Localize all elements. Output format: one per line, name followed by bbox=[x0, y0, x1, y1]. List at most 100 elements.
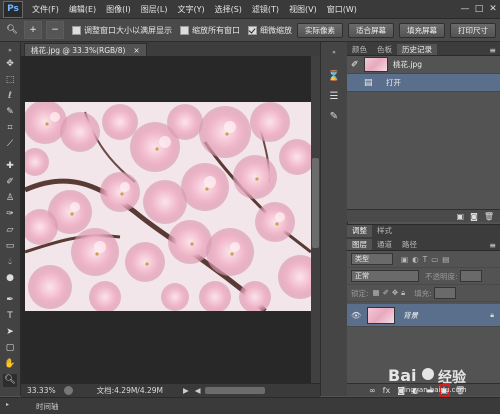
tab-color[interactable]: 颜色 bbox=[347, 44, 372, 55]
lasso-tool-icon[interactable]: ℓ bbox=[3, 90, 17, 103]
snapshot-name: 桃花.jpg bbox=[393, 60, 422, 69]
scrubby-zoom-checkbox[interactable] bbox=[248, 25, 257, 35]
document-size: 文档:4.29M/4.29M bbox=[96, 386, 164, 395]
zoom-in-button[interactable]: + bbox=[24, 21, 42, 39]
collapse-icon[interactable]: » bbox=[3, 44, 17, 57]
menu-edit[interactable]: 编辑(E) bbox=[64, 4, 101, 15]
brush-tool-icon[interactable]: ✐ bbox=[3, 176, 17, 189]
menu-layer[interactable]: 图层(L) bbox=[136, 4, 173, 15]
snapshot-camera-icon[interactable]: ◙ bbox=[470, 212, 478, 221]
lock-icons[interactable]: ▦✐✥🔒︎ bbox=[373, 288, 409, 298]
opacity-field[interactable] bbox=[459, 270, 482, 282]
tab-layers[interactable]: 图层 bbox=[347, 239, 372, 250]
menu-select[interactable]: 选择(S) bbox=[210, 4, 247, 15]
panel-dock: « ⌛ ☰ ✎ bbox=[320, 42, 348, 396]
zoom-out-button[interactable]: − bbox=[46, 21, 64, 39]
layers-tab-row: 图层 通道 路径 ≡ bbox=[347, 237, 500, 251]
hand-tool-icon[interactable]: ✋ bbox=[3, 358, 17, 371]
menu-window[interactable]: 窗口(W) bbox=[322, 4, 362, 15]
tab-channels[interactable]: 通道 bbox=[372, 239, 397, 250]
tab-swatches[interactable]: 色板 bbox=[372, 44, 397, 55]
hscroll-left-icon[interactable]: ◀ bbox=[195, 386, 201, 395]
layer-name[interactable]: 背景 bbox=[403, 310, 418, 321]
dodge-tool-icon[interactable]: ● bbox=[3, 272, 17, 285]
layer-row-background[interactable]: 👁︎ 背景 🔒︎ bbox=[347, 304, 500, 327]
quick-select-tool-icon[interactable]: ✎ bbox=[3, 106, 17, 119]
tab-paths[interactable]: 路径 bbox=[397, 239, 422, 250]
lock-label: 锁定: bbox=[351, 288, 369, 298]
history-step[interactable]: ▤ 打开 bbox=[347, 74, 500, 92]
minimize-button[interactable]: — bbox=[458, 2, 472, 16]
resize-windows-checkbox[interactable] bbox=[72, 25, 81, 35]
maximize-button[interactable]: □ bbox=[472, 2, 486, 16]
options-bar: 🔍︎ + − 调整窗口大小以满屏显示 缩放所有窗口 细微缩放 实际像素 适合屏幕… bbox=[0, 19, 500, 42]
healing-tool-icon[interactable]: ✚ bbox=[3, 160, 17, 173]
cherry-blossom-photo[interactable] bbox=[25, 102, 311, 311]
menu-file[interactable]: 文件(F) bbox=[27, 4, 64, 15]
dock-collapse-icon[interactable]: « bbox=[327, 46, 341, 60]
fit-screen-button[interactable]: 适合屏幕 bbox=[348, 22, 394, 38]
fill-label: 填充: bbox=[414, 288, 432, 298]
tools-panel: » ✥ ⬚ ℓ ✎ ⌗ ⟋ ✚ ✐ ♙ ✑ ▱ ▭ 💧︎ ● ✒ T ➤ ▢ ✋… bbox=[0, 42, 21, 396]
eraser-tool-icon[interactable]: ▱ bbox=[3, 224, 17, 237]
pen-tool-icon[interactable]: ✒ bbox=[3, 294, 17, 307]
open-step-icon: ▤ bbox=[364, 77, 373, 88]
photoshop-logo: Ps bbox=[3, 0, 23, 18]
panel-menu-icon[interactable]: ≡ bbox=[489, 46, 500, 55]
new-document-from-state-icon[interactable]: ▣ bbox=[457, 212, 465, 221]
gradient-tool-icon[interactable]: ▭ bbox=[3, 240, 17, 253]
status-options-icon[interactable] bbox=[63, 386, 73, 395]
scrollbar-thumb[interactable] bbox=[312, 158, 319, 248]
zoom-tool-icon[interactable]: 🔍︎ bbox=[4, 22, 20, 38]
fill-field[interactable] bbox=[433, 287, 456, 299]
path-select-tool-icon[interactable]: ➤ bbox=[3, 326, 17, 339]
opacity-label: 不透明度: bbox=[425, 271, 458, 281]
crop-tool-icon[interactable]: ⌗ bbox=[3, 122, 17, 135]
filter-icons[interactable]: ▣◐T▭▤ bbox=[401, 255, 453, 264]
actual-pixels-button[interactable]: 实际像素 bbox=[297, 22, 343, 38]
zoom-all-checkbox[interactable] bbox=[180, 25, 189, 35]
shape-tool-icon[interactable]: ▢ bbox=[3, 342, 17, 355]
zoom-level[interactable]: 33.33% bbox=[27, 386, 56, 395]
blend-mode-select[interactable]: 正常 bbox=[351, 270, 419, 282]
move-tool-icon[interactable]: ✥ bbox=[3, 58, 17, 71]
eyedropper-tool-icon[interactable]: ⟋ bbox=[3, 138, 17, 151]
marquee-tool-icon[interactable]: ⬚ bbox=[3, 74, 17, 87]
close-button[interactable]: ✕ bbox=[486, 2, 500, 16]
blend-row: 正常 不透明度: bbox=[347, 268, 500, 285]
horizontal-scrollbar[interactable] bbox=[204, 387, 265, 394]
print-size-button[interactable]: 打印尺寸 bbox=[450, 22, 496, 38]
link-layers-icon[interactable]: ∞ bbox=[369, 386, 376, 395]
tab-adjustments[interactable]: 调整 bbox=[347, 225, 372, 237]
fill-screen-button[interactable]: 填充屏幕 bbox=[399, 22, 445, 38]
zoom-tool-icon[interactable]: 🔍︎ bbox=[3, 374, 17, 387]
history-dock-icon[interactable]: ⌛ bbox=[327, 70, 341, 84]
visibility-eye-icon[interactable]: 👁︎ bbox=[351, 311, 361, 320]
properties-dock-icon[interactable]: ☰ bbox=[327, 90, 341, 104]
clone-stamp-tool-icon[interactable]: ♙ bbox=[3, 192, 17, 205]
timeline-arrow-icon[interactable]: ▸ bbox=[6, 401, 9, 408]
info-dock-icon[interactable]: ✎ bbox=[327, 110, 341, 124]
window-controls: — □ ✕ bbox=[458, 2, 500, 16]
menu-image[interactable]: 图像(I) bbox=[101, 4, 136, 15]
history-snapshot[interactable]: ✐ 桃花.jpg bbox=[347, 56, 500, 74]
status-menu-arrow-icon[interactable]: ▶ bbox=[183, 386, 189, 395]
type-tool-icon[interactable]: T bbox=[3, 310, 17, 323]
history-brush-tool-icon[interactable]: ✑ bbox=[3, 208, 17, 221]
menu-filter[interactable]: 滤镜(T) bbox=[247, 4, 284, 15]
layers-menu-icon[interactable]: ≡ bbox=[489, 241, 500, 250]
history-step-label: 打开 bbox=[386, 78, 401, 87]
filter-kind-select[interactable]: 类型 bbox=[351, 253, 393, 265]
history-brush-source-icon[interactable]: ✐ bbox=[351, 60, 361, 70]
tab-styles[interactable]: 样式 bbox=[372, 225, 397, 237]
adjustments-tab-row: 调整 样式 bbox=[347, 224, 500, 237]
delete-state-icon[interactable]: 🗑︎ bbox=[484, 212, 494, 221]
blur-tool-icon[interactable]: 💧︎ bbox=[3, 256, 17, 269]
history-tab-row: 颜色 色板 历史记录 ≡ bbox=[347, 42, 500, 56]
history-footer: ▣ ◙ 🗑︎ bbox=[347, 209, 500, 222]
menu-view[interactable]: 视图(V) bbox=[284, 4, 322, 15]
menu-type[interactable]: 文字(Y) bbox=[172, 4, 209, 15]
tab-history[interactable]: 历史记录 bbox=[397, 44, 437, 55]
timeline-label[interactable]: 时间轴 bbox=[36, 401, 59, 412]
document-tab[interactable]: 桃花.jpg @ 33.3%(RGB/8) × bbox=[24, 43, 147, 57]
